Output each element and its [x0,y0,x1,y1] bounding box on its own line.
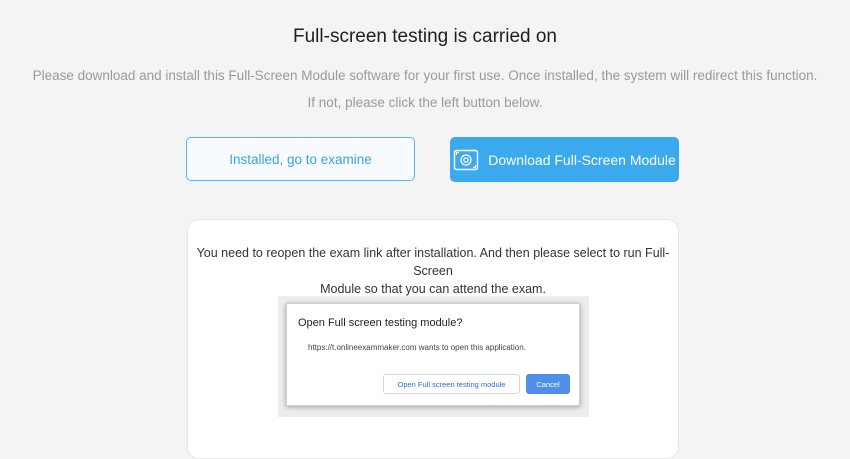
installed-go-to-examine-button[interactable]: Installed, go to examine [186,137,415,181]
download-button-label: Download Full-Screen Module [488,151,676,168]
open-button-label: Open Full screen testing module [397,379,506,389]
instruction-card: You need to reopen the exam link after i… [187,219,679,459]
download-fullscreen-module-button[interactable]: Download Full-Screen Module [450,137,679,182]
open-fullscreen-module-button[interactable]: Open Full screen testing module [383,374,520,394]
fullscreen-module-icon [453,149,479,171]
page-description-line2: If not, please click the left button bel… [307,95,543,110]
page-title: Full-screen testing is carried on [293,26,557,47]
instruction-text: You need to reopen the exam link after i… [188,244,678,298]
dialog-title: Open Full screen testing module? [298,317,463,329]
dialog-message: https://t.onlineexammaker.com wants to o… [308,343,526,352]
example-dialog-screenshot: Open Full screen testing module? https:/… [278,296,589,417]
installed-button-label: Installed, go to examine [229,151,372,167]
cancel-button[interactable]: Cancel [526,374,570,394]
page-description-line1: Please download and install this Full-Sc… [32,68,818,83]
cancel-button-label: Cancel [536,379,560,389]
open-app-dialog: Open Full screen testing module? https:/… [286,303,580,406]
instruction-line1: You need to reopen the exam link after i… [196,246,670,278]
